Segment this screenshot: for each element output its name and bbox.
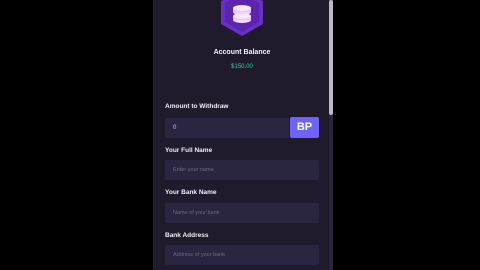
- scrollbar[interactable]: [329, 0, 333, 270]
- scrollbar-thumb[interactable]: [329, 0, 333, 115]
- currency-button[interactable]: BP: [290, 117, 319, 138]
- bank-name-input[interactable]: Name of your bank: [165, 203, 319, 223]
- coin-stack-icon: [221, 0, 263, 36]
- balance-value: $150.00: [231, 64, 253, 70]
- full-name-label: Your Full Name: [165, 147, 213, 154]
- amount-label: Amount to Withdraw: [165, 103, 229, 110]
- withdraw-screen: Account Balance $150.00 Amount to Withdr…: [153, 0, 333, 270]
- balance-label: Account Balance: [213, 49, 271, 56]
- bank-address-input[interactable]: Address of your bank: [165, 245, 319, 265]
- bank-name-label: Your Bank Name: [165, 189, 217, 196]
- amount-input[interactable]: 0: [165, 118, 289, 138]
- bank-address-label: Bank Address: [165, 232, 209, 239]
- full-name-input[interactable]: Enter your name: [165, 160, 319, 180]
